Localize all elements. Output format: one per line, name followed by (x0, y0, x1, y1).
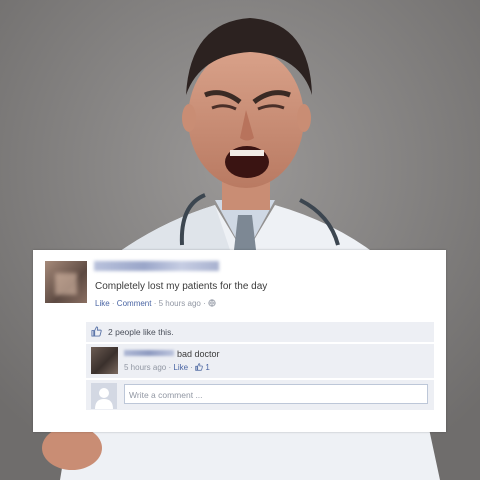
post-author-avatar[interactable] (45, 261, 87, 303)
likes-count-text[interactable]: 2 people like this. (108, 327, 174, 337)
comment-item: bad doctor 5 hours ago · Like · 1 (86, 344, 434, 378)
commenter-name-blurred[interactable] (124, 350, 174, 356)
post-text: Completely lost my patients for the day (95, 281, 268, 292)
post-author-name-blurred[interactable] (94, 261, 219, 271)
likes-summary: 2 people like this. (86, 322, 434, 342)
post-comment-link[interactable]: Comment (117, 299, 152, 308)
facebook-post-card: Completely lost my patients for the day … (33, 250, 446, 432)
comment-composer: Write a comment ... (86, 380, 434, 410)
commenter-avatar[interactable] (91, 347, 118, 374)
comment-text: bad doctor (177, 349, 220, 359)
write-comment-input[interactable]: Write a comment ... (124, 384, 428, 404)
write-comment-placeholder: Write a comment ... (129, 390, 203, 400)
thumbs-up-icon (91, 326, 102, 337)
default-user-icon (91, 383, 117, 409)
comment-like-count[interactable]: 1 (205, 363, 209, 372)
comment-timestamp[interactable]: 5 hours ago (124, 363, 166, 372)
post-timestamp[interactable]: 5 hours ago (159, 299, 201, 308)
current-user-avatar (91, 383, 117, 409)
comment-like-link[interactable]: Like (173, 363, 188, 372)
comment-meta: 5 hours ago · Like · 1 (124, 363, 210, 372)
post-like-link[interactable]: Like (95, 299, 110, 308)
globe-icon (208, 299, 216, 307)
comment-thumbs-up-icon (195, 363, 204, 371)
post-meta: Like · Comment · 5 hours ago · (95, 299, 216, 308)
